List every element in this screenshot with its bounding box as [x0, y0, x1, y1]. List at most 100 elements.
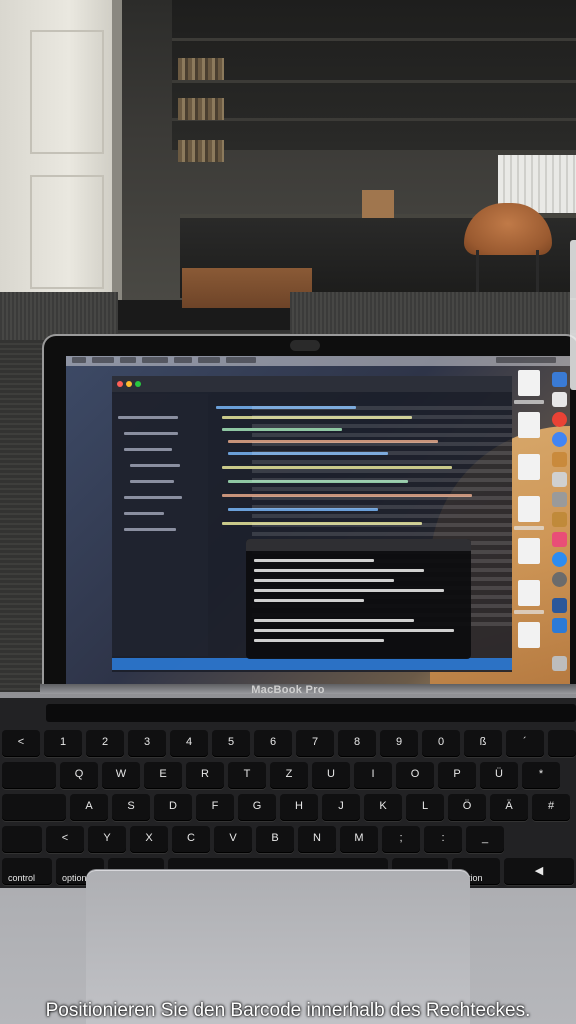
- vscode-icon: [552, 618, 567, 633]
- file-tree-item: [124, 432, 178, 435]
- key: O: [396, 762, 434, 789]
- key-label: K: [379, 800, 387, 812]
- key: B: [256, 826, 294, 853]
- key: J: [322, 794, 360, 821]
- key-label: 1: [59, 736, 67, 748]
- key: Ä: [490, 794, 528, 821]
- key: I: [354, 762, 392, 789]
- key: *: [522, 762, 560, 789]
- key-label: 2: [101, 736, 109, 748]
- key: L: [406, 794, 444, 821]
- maximize-icon: [135, 381, 141, 387]
- key: Ö: [448, 794, 486, 821]
- key: F: [196, 794, 234, 821]
- key-label: N: [313, 832, 321, 844]
- key: D: [154, 794, 192, 821]
- key: [548, 730, 576, 757]
- trash-icon: [552, 656, 567, 671]
- key: E: [144, 762, 182, 789]
- door: [0, 0, 115, 300]
- key: K: [364, 794, 402, 821]
- file-tree-item: [124, 448, 172, 451]
- shelf-board: [172, 118, 576, 121]
- terminal-titlebar: [246, 539, 471, 551]
- laptop-brand-label: MacBook Pro: [251, 684, 325, 696]
- key: [2, 826, 42, 853]
- key-label: W: [115, 768, 127, 780]
- file-tree-item: [118, 416, 178, 419]
- key: 5: [212, 730, 250, 757]
- key-label: Z: [285, 768, 293, 780]
- file-tree-item: [130, 464, 180, 467]
- key: Q: [60, 762, 98, 789]
- file-tree-item: [124, 512, 164, 515]
- key-label: T: [243, 768, 251, 780]
- key-label: Ü: [495, 768, 503, 780]
- menu-bar: [66, 356, 570, 366]
- key: C: [172, 826, 210, 853]
- key: 1: [44, 730, 82, 757]
- key-label: H: [295, 800, 303, 812]
- key-label: R: [201, 768, 209, 780]
- key: ´: [506, 730, 544, 757]
- finder-icon: [552, 372, 567, 387]
- app-icon: [552, 492, 567, 507]
- desktop-file-label: [514, 526, 544, 530]
- key-label: P: [453, 768, 461, 780]
- desktop-file-icon: [518, 496, 540, 522]
- key: <: [2, 730, 40, 757]
- key-label: L: [421, 800, 429, 812]
- terminal-line: [254, 559, 374, 562]
- desktop-file-icon: [518, 622, 540, 648]
- key: V: [214, 826, 252, 853]
- key-label: :: [441, 832, 445, 844]
- key: ß: [464, 730, 502, 757]
- key-label: _: [481, 832, 489, 844]
- key: M: [340, 826, 378, 853]
- camera-viewfinder: MacBook Pro <1 2 3 4 5 6 7 8 9 0 ß ´ Q W E R T Z U I O P Ü * A S D…: [0, 0, 576, 1024]
- key: 9: [380, 730, 418, 757]
- dock: [550, 366, 570, 682]
- books: [178, 58, 224, 80]
- touch-bar: [46, 704, 576, 722]
- key-label: G: [252, 800, 262, 812]
- shelf-board: [172, 80, 576, 83]
- desktop-file-icon: [518, 580, 540, 606]
- key-label: 3: [143, 736, 151, 748]
- key-label: A: [85, 800, 93, 812]
- key: 3: [128, 730, 166, 757]
- key-label: I: [371, 768, 375, 780]
- file-tree-item: [130, 480, 174, 483]
- key: Z: [270, 762, 308, 789]
- file-tree-item: [124, 496, 182, 499]
- key-label: Ö: [462, 800, 472, 812]
- shelf-board: [172, 38, 576, 41]
- settings-icon: [552, 572, 567, 587]
- key-label: C: [187, 832, 195, 844]
- desktop-file-icon: [518, 454, 540, 480]
- scan-instruction: Positionieren Sie den Barcode innerhalb …: [45, 1000, 531, 1021]
- key-label: 9: [395, 736, 403, 748]
- key: [2, 762, 56, 789]
- app-icon: [552, 512, 567, 527]
- key-label: X: [145, 832, 153, 844]
- key: H: [280, 794, 318, 821]
- desktop-file-icon: [518, 538, 540, 564]
- key: T: [228, 762, 266, 789]
- key-label: F: [211, 800, 219, 812]
- close-icon: [117, 381, 123, 387]
- desktop-file-label: [514, 400, 544, 404]
- key: Ü: [480, 762, 518, 789]
- key: 0: [422, 730, 460, 757]
- editor-status-bar: [112, 658, 512, 670]
- app-icon: [552, 452, 567, 467]
- key-label: O: [410, 768, 420, 780]
- scroll-handle[interactable]: [570, 240, 576, 390]
- key: Y: [88, 826, 126, 853]
- key-label: Q: [74, 768, 84, 780]
- minimize-icon: [126, 381, 132, 387]
- webcam: [290, 340, 320, 351]
- terminal-line: [254, 579, 394, 582]
- desktop-file-icon: [518, 412, 540, 438]
- key: [2, 794, 66, 821]
